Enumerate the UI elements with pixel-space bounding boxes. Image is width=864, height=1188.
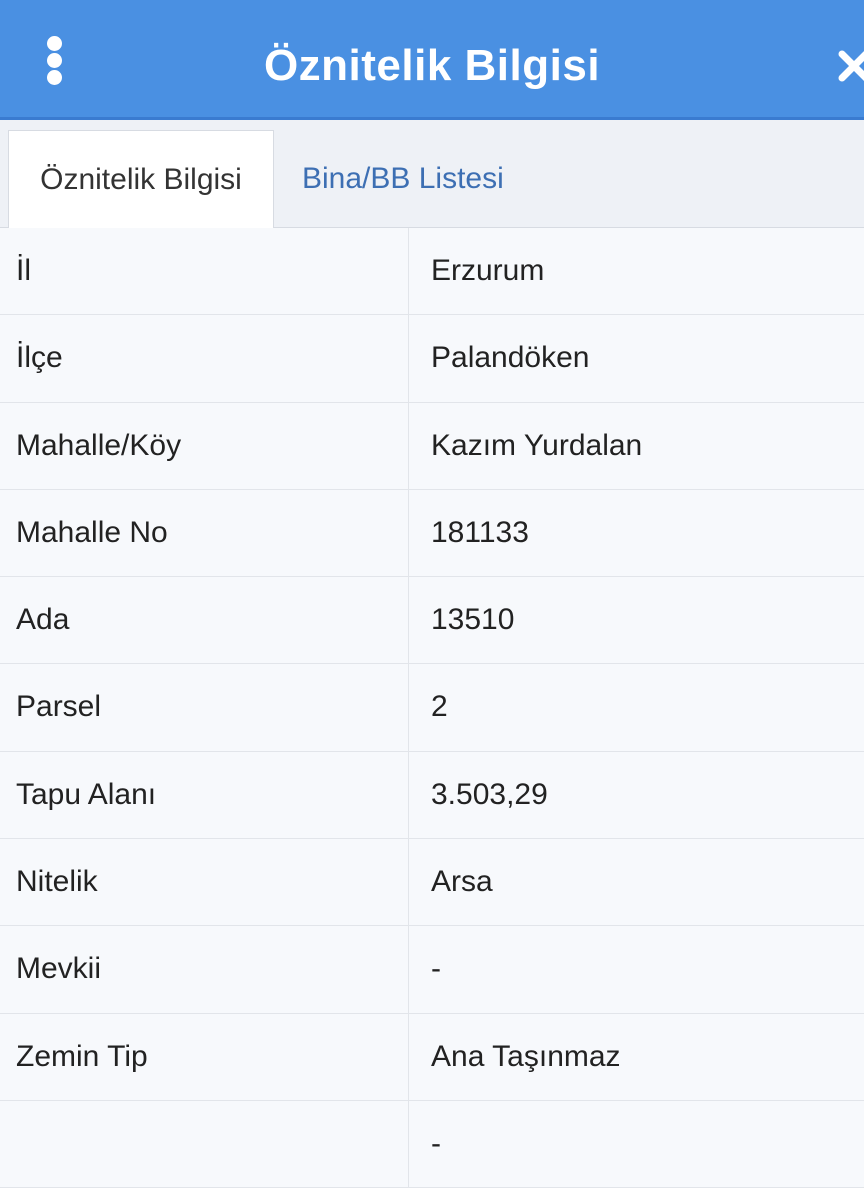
tab-oznitelik-bilgisi[interactable]: Öznitelik Bilgisi	[8, 130, 274, 229]
column-divider	[408, 402, 409, 490]
row-value: Kazım Yurdalan	[431, 428, 643, 462]
column-divider	[408, 839, 409, 927]
table-row: Mevkii -	[0, 926, 864, 1014]
row-value: 2	[431, 690, 448, 724]
row-value: Ana Taşınmaz	[431, 1039, 621, 1073]
table-row: Tapu Alanı 3.503,29	[0, 751, 864, 840]
table-row: Mahalle No 181133	[0, 489, 864, 578]
row-label: Parsel	[16, 690, 102, 724]
table-row: İlçe Palandöken	[0, 315, 864, 403]
column-divider	[408, 315, 409, 403]
table-row: İl Erzurum	[0, 228, 864, 316]
row-label: İl	[16, 254, 31, 287]
tab-bar: Öznitelik Bilgisi Bina/BB Listesi	[0, 120, 864, 229]
row-label: Mahalle/Köy	[16, 428, 182, 462]
row-label: Nitelik	[16, 865, 98, 899]
row-value: -	[431, 1126, 441, 1160]
row-label: Mahalle No	[16, 515, 168, 549]
close-button[interactable]	[836, 44, 864, 84]
row-value: 3.503,29	[431, 777, 548, 811]
row-label: Mevkii	[16, 952, 102, 986]
row-label: Ada	[16, 603, 70, 637]
row-value: Arsa	[431, 865, 493, 899]
row-value: -	[431, 952, 441, 986]
table-row: Nitelik Arsa	[0, 839, 864, 927]
table-row: Parsel 2	[0, 664, 864, 752]
attribute-table: İl Erzurum İlçe Palandöken Mahalle/Köy Kazım …	[0, 228, 864, 1188]
row-label: İlçe	[16, 341, 63, 375]
column-divider	[408, 1013, 409, 1101]
row-label: Tapu Alanı	[16, 777, 157, 811]
column-divider	[408, 228, 409, 316]
table-row: Ada 13510	[0, 577, 864, 665]
column-divider	[408, 1100, 409, 1188]
row-label: Zemin Tip	[16, 1039, 148, 1073]
column-divider	[408, 489, 409, 578]
table-row: -	[0, 1100, 864, 1188]
row-value: 181133	[431, 515, 529, 549]
close-icon	[838, 50, 864, 82]
tab-bina-bb-listesi[interactable]: Bina/BB Listesi	[302, 130, 504, 228]
column-divider	[408, 664, 409, 752]
row-value: Palandöken	[431, 341, 590, 375]
page-title: Öznitelik Bilgisi	[263, 41, 601, 90]
app-header: Öznitelik Bilgisi	[0, 0, 864, 120]
column-divider	[408, 577, 409, 665]
column-divider	[408, 751, 409, 840]
table-row: Mahalle/Köy Kazım Yurdalan	[0, 402, 864, 490]
table-row: Zemin Tip Ana Taşınmaz	[0, 1013, 864, 1101]
column-divider	[408, 926, 409, 1014]
row-value: 13510	[431, 603, 515, 637]
row-value: Erzurum	[431, 254, 545, 287]
